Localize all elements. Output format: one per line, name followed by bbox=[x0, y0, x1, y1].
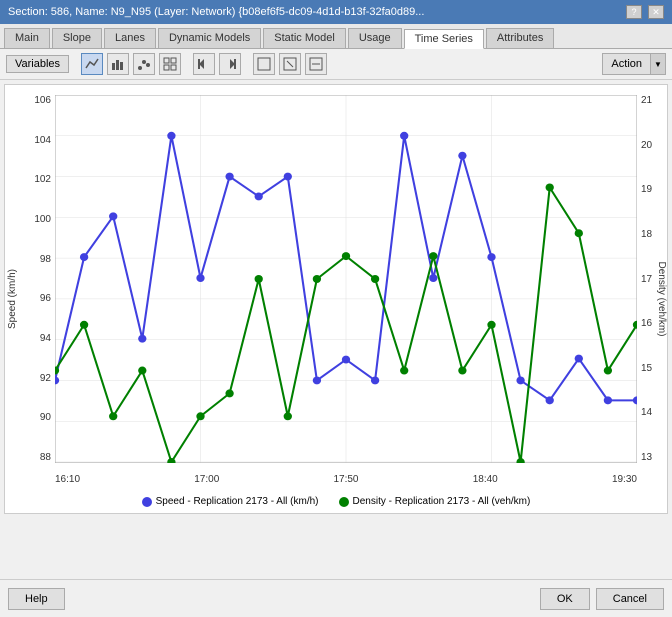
y-left-tick: 92 bbox=[40, 373, 51, 384]
legend-speed-dot bbox=[142, 497, 152, 507]
y-left-tick: 94 bbox=[40, 333, 51, 344]
ok-button[interactable]: OK bbox=[540, 588, 590, 610]
y-left-tick: 98 bbox=[40, 254, 51, 265]
tab-dynamic-models[interactable]: Dynamic Models bbox=[158, 28, 261, 48]
chart-area: 106 104 102 100 98 96 94 92 90 88 Speed … bbox=[4, 84, 668, 514]
tab-lanes[interactable]: Lanes bbox=[104, 28, 156, 48]
nav-first-icon[interactable] bbox=[193, 53, 215, 75]
y-axis-right-label: Density (veh/km) bbox=[656, 261, 667, 336]
x-tick: 18:40 bbox=[473, 474, 498, 485]
legend-density-label: Density - Replication 2173 - All (veh/km… bbox=[353, 496, 531, 507]
chart-bar-icon[interactable] bbox=[107, 53, 129, 75]
y-left-tick: 104 bbox=[34, 135, 51, 146]
tab-main[interactable]: Main bbox=[4, 28, 50, 48]
y-left-tick: 100 bbox=[34, 214, 51, 225]
tabs-bar: Main Slope Lanes Dynamic Models Static M… bbox=[0, 24, 672, 49]
y-left-tick: 88 bbox=[40, 452, 51, 463]
zoom-icon1[interactable] bbox=[253, 53, 275, 75]
chart-line-icon[interactable] bbox=[81, 53, 103, 75]
tab-time-series[interactable]: Time Series bbox=[404, 29, 484, 49]
toolbar: Variables Acti bbox=[0, 49, 672, 80]
zoom-icon3[interactable] bbox=[305, 53, 327, 75]
y-left-tick: 96 bbox=[40, 293, 51, 304]
nav-last-icon[interactable] bbox=[219, 53, 241, 75]
tab-attributes[interactable]: Attributes bbox=[486, 28, 554, 48]
y-right-tick: 20 bbox=[641, 140, 652, 151]
help-button[interactable]: ? bbox=[626, 5, 642, 19]
bottom-bar: Help OK Cancel bbox=[0, 579, 672, 617]
help-button[interactable]: Help bbox=[8, 588, 65, 610]
y-right-tick: 21 bbox=[641, 95, 652, 106]
zoom-icon2[interactable] bbox=[279, 53, 301, 75]
chart-scatter-icon[interactable] bbox=[133, 53, 155, 75]
chart-legend: Speed - Replication 2173 - All (km/h) De… bbox=[5, 496, 667, 507]
legend-density: Density - Replication 2173 - All (veh/km… bbox=[339, 496, 531, 507]
tab-usage[interactable]: Usage bbox=[348, 28, 402, 48]
cancel-button[interactable]: Cancel bbox=[596, 588, 664, 610]
chart-grid-icon[interactable] bbox=[159, 53, 181, 75]
close-button[interactable]: ✕ bbox=[648, 5, 664, 19]
x-tick: 16:10 bbox=[55, 474, 80, 485]
y-axis-left-label: Speed (km/h) bbox=[7, 269, 18, 329]
title-text: Section: 586, Name: N9_N95 (Layer: Netwo… bbox=[8, 6, 626, 18]
action-dropdown-button[interactable]: ▼ bbox=[650, 53, 666, 75]
tab-slope[interactable]: Slope bbox=[52, 28, 102, 48]
tab-static-model[interactable]: Static Model bbox=[263, 28, 346, 48]
y-right-tick: 13 bbox=[641, 452, 652, 463]
y-right-tick: 17 bbox=[641, 274, 652, 285]
x-tick: 17:50 bbox=[333, 474, 358, 485]
legend-density-dot bbox=[339, 497, 349, 507]
y-right-tick: 16 bbox=[641, 318, 652, 329]
action-main-button[interactable]: Action bbox=[602, 53, 650, 75]
y-right-tick: 19 bbox=[641, 184, 652, 195]
title-bar: Section: 586, Name: N9_N95 (Layer: Netwo… bbox=[0, 0, 672, 24]
y-right-tick: 15 bbox=[641, 363, 652, 374]
y-right-tick: 14 bbox=[641, 407, 652, 418]
y-left-tick: 106 bbox=[34, 95, 51, 106]
y-left-tick: 90 bbox=[40, 412, 51, 423]
legend-speed: Speed - Replication 2173 - All (km/h) bbox=[142, 496, 319, 507]
y-left-tick: 102 bbox=[34, 174, 51, 185]
chart-svg bbox=[55, 95, 637, 463]
x-tick: 17:00 bbox=[194, 474, 219, 485]
variables-button[interactable]: Variables bbox=[6, 55, 69, 73]
x-tick: 19:30 bbox=[612, 474, 637, 485]
y-right-tick: 18 bbox=[641, 229, 652, 240]
legend-speed-label: Speed - Replication 2173 - All (km/h) bbox=[156, 496, 319, 507]
